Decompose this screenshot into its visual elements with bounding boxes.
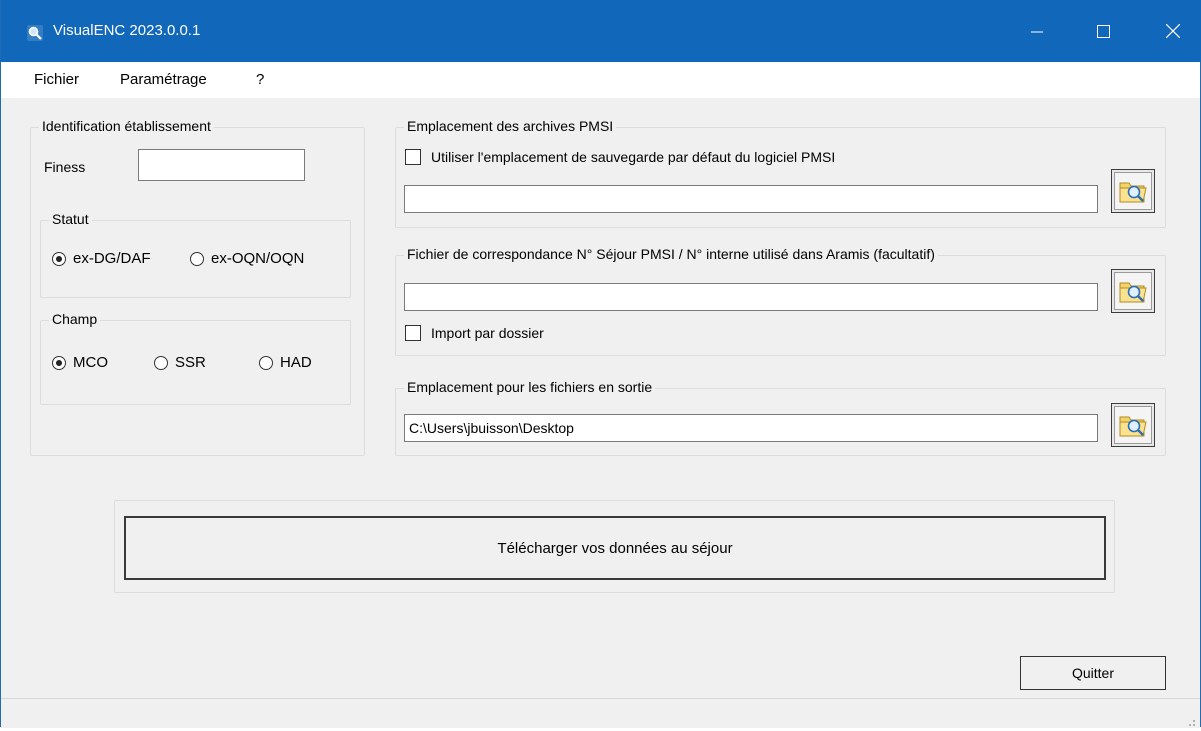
- output-group: Emplacement pour les fichiers en sortie: [395, 379, 1166, 456]
- radio-label: MCO: [73, 354, 108, 371]
- identification-group: Identification établissement Finess Stat…: [30, 118, 365, 456]
- radio-ex-oqn-oqn[interactable]: ex-OQN/OQN: [190, 250, 304, 267]
- checkbox-label: Import par dossier: [431, 325, 544, 341]
- menu-fichier[interactable]: Fichier: [34, 71, 79, 88]
- statut-group: Statut ex-DG/DAF ex-OQN/OQN: [40, 211, 351, 298]
- app-window: VisualENC 2023.0.0.1 Fichier Paramétrage…: [0, 0, 1201, 728]
- minimize-icon: [1031, 25, 1043, 42]
- archives-path-input[interactable]: [404, 185, 1098, 213]
- minimize-button[interactable]: [1017, 18, 1057, 48]
- folder-search-icon: [1114, 172, 1152, 210]
- folder-search-icon: [1114, 406, 1152, 444]
- champ-group: Champ MCO SSR HAD: [40, 311, 351, 405]
- correspondance-path-input[interactable]: [404, 283, 1098, 311]
- import-par-dossier-checkbox[interactable]: Import par dossier: [405, 325, 544, 341]
- radio-ssr[interactable]: SSR: [154, 354, 206, 371]
- menu-bar: Fichier Paramétrage ?: [1, 62, 1200, 98]
- download-button[interactable]: Télécharger vos données au séjour: [124, 516, 1106, 580]
- checkbox-label: Utiliser l'emplacement de sauvegarde par…: [431, 149, 836, 165]
- radio-had[interactable]: HAD: [259, 354, 312, 371]
- radio-unchecked-icon: [259, 355, 273, 370]
- output-legend: Emplacement pour les fichiers en sortie: [404, 379, 656, 395]
- correspondance-browse-button[interactable]: [1111, 269, 1155, 313]
- radio-mco[interactable]: MCO: [52, 354, 108, 371]
- checkbox-unchecked-icon: [405, 325, 421, 341]
- finess-label: Finess: [44, 159, 86, 175]
- menu-help[interactable]: ?: [256, 71, 264, 88]
- app-magnifier-icon: [27, 25, 43, 41]
- radio-label: ex-OQN/OQN: [211, 250, 305, 267]
- checkbox-unchecked-icon: [405, 149, 421, 165]
- close-button[interactable]: [1153, 18, 1193, 48]
- menu-parametrage[interactable]: Paramétrage: [120, 71, 207, 88]
- archives-browse-button[interactable]: [1111, 169, 1155, 213]
- radio-label: SSR: [175, 354, 206, 371]
- folder-search-icon: [1114, 272, 1152, 310]
- maximize-button[interactable]: [1083, 18, 1123, 48]
- close-icon: [1165, 23, 1181, 42]
- archives-legend: Emplacement des archives PMSI: [404, 118, 617, 134]
- correspondance-legend: Fichier de correspondance N° Séjour PMSI…: [404, 246, 938, 262]
- output-browse-button[interactable]: [1111, 403, 1155, 447]
- identification-legend: Identification établissement: [39, 118, 214, 134]
- radio-label: HAD: [280, 354, 312, 371]
- radio-checked-icon: [52, 355, 66, 370]
- champ-legend: Champ: [49, 311, 101, 327]
- correspondance-group: Fichier de correspondance N° Séjour PMSI…: [395, 246, 1166, 356]
- radio-ex-dg-daf[interactable]: ex-DG/DAF: [52, 250, 151, 267]
- resize-grip-icon[interactable]: [1186, 714, 1196, 726]
- statut-legend: Statut: [49, 211, 92, 227]
- output-path-input[interactable]: [404, 414, 1098, 442]
- radio-unchecked-icon: [190, 251, 204, 266]
- radio-checked-icon: [52, 251, 66, 266]
- radio-unchecked-icon: [154, 355, 168, 370]
- quit-button[interactable]: Quitter: [1020, 656, 1166, 690]
- finess-input[interactable]: [138, 149, 305, 181]
- status-bar: [1, 698, 1200, 728]
- archives-group: Emplacement des archives PMSI Utiliser l…: [395, 118, 1166, 228]
- maximize-icon: [1096, 24, 1110, 42]
- window-title: VisualENC 2023.0.0.1: [53, 22, 201, 39]
- radio-label: ex-DG/DAF: [73, 250, 151, 267]
- title-bar[interactable]: VisualENC 2023.0.0.1: [1, 0, 1201, 62]
- archives-default-checkbox[interactable]: Utiliser l'emplacement de sauvegarde par…: [405, 149, 835, 165]
